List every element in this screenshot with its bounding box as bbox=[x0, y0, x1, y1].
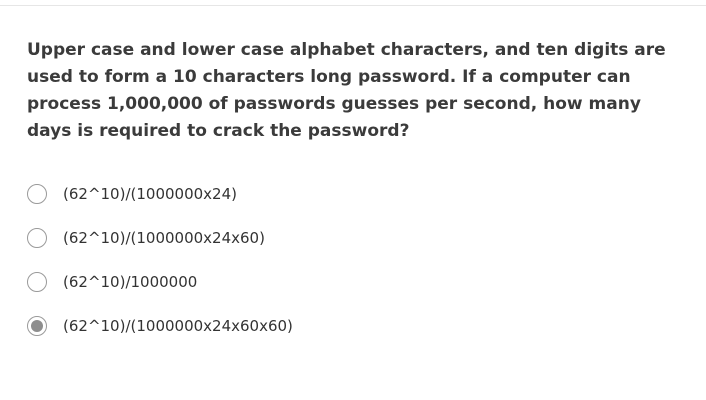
answer-label-4: (62^10)/(1000000x24x60x60) bbox=[63, 317, 293, 335]
answer-option-4[interactable]: (62^10)/(1000000x24x60x60) bbox=[27, 304, 293, 348]
radio-button-4[interactable] bbox=[27, 316, 47, 336]
answer-option-2[interactable]: (62^10)/(1000000x24x60) bbox=[27, 216, 293, 260]
answer-label-2: (62^10)/(1000000x24x60) bbox=[63, 229, 265, 247]
answer-label-1: (62^10)/(1000000x24) bbox=[63, 185, 237, 203]
radio-dot-icon bbox=[31, 320, 43, 332]
radio-button-3[interactable] bbox=[27, 272, 47, 292]
answer-option-1[interactable]: (62^10)/(1000000x24) bbox=[27, 172, 293, 216]
answer-option-3[interactable]: (62^10)/1000000 bbox=[27, 260, 293, 304]
radio-button-2[interactable] bbox=[27, 228, 47, 248]
question-text: Upper case and lower case alphabet chara… bbox=[27, 40, 666, 141]
answer-options: (62^10)/(1000000x24) (62^10)/(1000000x24… bbox=[27, 172, 293, 348]
top-divider bbox=[0, 5, 706, 6]
answer-label-3: (62^10)/1000000 bbox=[63, 273, 198, 291]
radio-button-1[interactable] bbox=[27, 184, 47, 204]
